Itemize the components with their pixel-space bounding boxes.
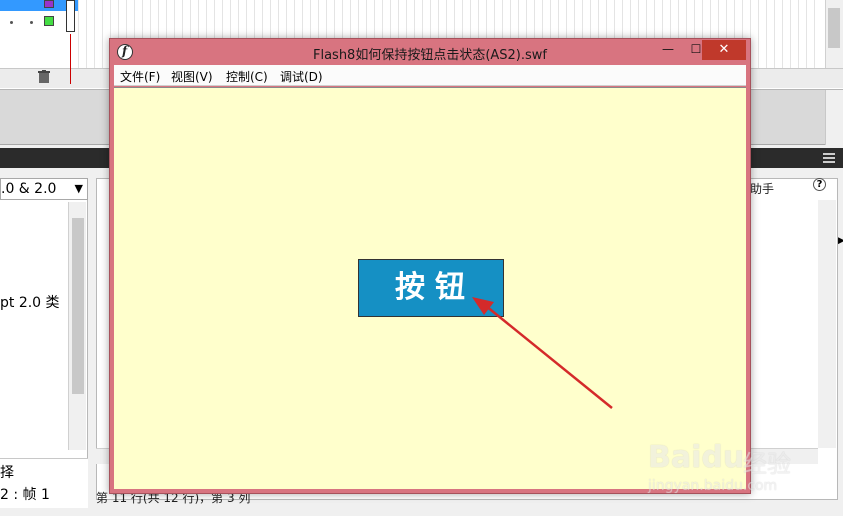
- script-vertical-scrollbar[interactable]: [818, 200, 836, 448]
- menu-file[interactable]: 文件(F): [120, 68, 160, 85]
- panel-menu-icon[interactable]: [823, 153, 835, 163]
- minimize-button[interactable]: —: [654, 40, 682, 60]
- menu-bar: 文件(F) 视图(V) 控制(C) 调试(D): [114, 65, 746, 86]
- flash-player-window: f Flash8如何保持按钮点击状态(AS2).swf — ☐ ✕ 文件(F) …: [109, 38, 751, 494]
- toolbox-scrollbar[interactable]: [68, 202, 86, 450]
- layer-visibility-dot[interactable]: [10, 21, 13, 24]
- layer-outline-icon[interactable]: [44, 0, 54, 8]
- baidu-watermark: Baidu 经验 jingyan.baidu.com: [648, 428, 838, 498]
- trash-icon[interactable]: [38, 70, 50, 84]
- keyframe-cell[interactable]: [66, 0, 75, 32]
- actionscript-version-select[interactable]: .0 & 2.0 ▼: [0, 178, 88, 200]
- menu-view[interactable]: 视图(V): [171, 68, 213, 85]
- help-icon[interactable]: ?: [813, 178, 826, 191]
- layer-outline-icon[interactable]: [44, 16, 54, 26]
- title-bar[interactable]: f Flash8如何保持按钮点击状态(AS2).swf — ☐ ✕: [110, 39, 750, 65]
- menu-debug[interactable]: 调试(D): [280, 68, 323, 85]
- navigator-frame-item[interactable]: 2 : 帧 1: [0, 484, 50, 504]
- stage-button[interactable]: 按钮: [358, 259, 504, 317]
- close-button[interactable]: ✕: [702, 40, 746, 60]
- navigator-label: 择: [0, 465, 14, 481]
- scrollbar-thumb[interactable]: [828, 8, 840, 48]
- layer-lock-dot[interactable]: [30, 21, 33, 24]
- scrollbar-thumb[interactable]: [72, 218, 84, 394]
- chevron-down-icon: ▼: [74, 182, 83, 195]
- playhead-line[interactable]: [70, 34, 71, 84]
- menu-control[interactable]: 控制(C): [226, 68, 268, 85]
- version-select-value: .0 & 2.0: [1, 181, 57, 197]
- watermark-url: jingyan.baidu.com: [648, 478, 778, 494]
- watermark-logo: Baidu: [648, 440, 745, 475]
- watermark-text: 经验: [743, 450, 791, 478]
- toolbox-item[interactable]: pt 2.0 类: [0, 292, 60, 312]
- script-assist-label[interactable]: 助手: [750, 180, 774, 197]
- collapse-arrow-icon[interactable]: ▶: [838, 236, 843, 250]
- timeline-scrollbar[interactable]: [825, 0, 843, 68]
- document-scrollbar[interactable]: [825, 90, 843, 145]
